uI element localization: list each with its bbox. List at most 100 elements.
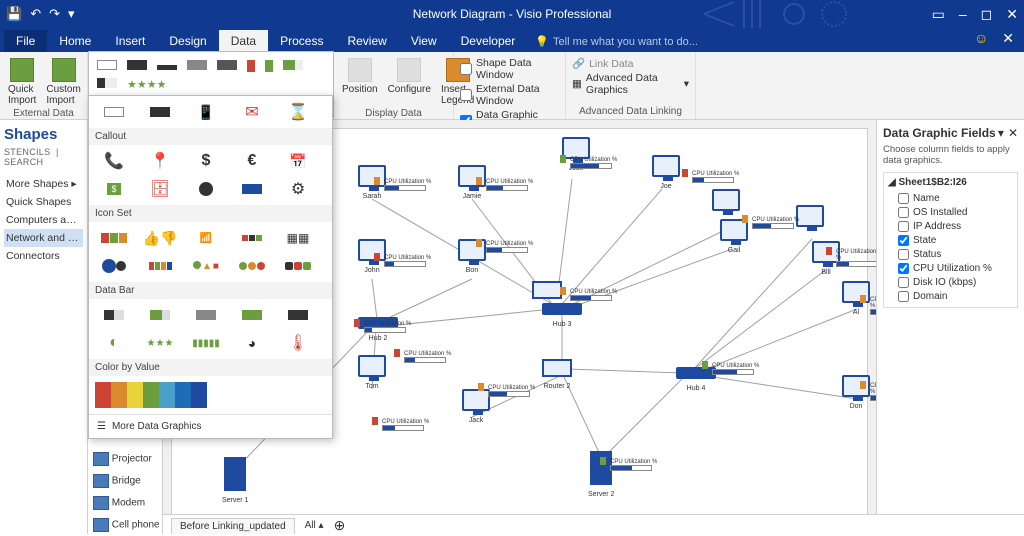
tab-view[interactable]: View [399, 30, 449, 52]
window-title: Network Diagram - Visio Professional [413, 7, 612, 21]
tab-file[interactable]: File [4, 30, 47, 52]
node-Gail[interactable]: Gail [720, 219, 748, 254]
tab-home[interactable]: Home [47, 30, 103, 52]
computers-monitors[interactable]: Computers and Monitors [4, 211, 83, 229]
tab-developer[interactable]: Developer [449, 30, 528, 52]
dgf-field-disk-io-kbps-[interactable]: Disk IO (kbps) [888, 275, 1013, 289]
custom-import-button[interactable]: Custom Import [44, 56, 82, 108]
node-Hub 3[interactable]: Hub 3 [542, 303, 582, 328]
link-data-button: 🔗Link Data [572, 56, 689, 71]
dg-bar-1[interactable] [283, 60, 303, 70]
group-label-external-data: External Data [6, 108, 81, 119]
sheet-tab[interactable]: Before Linking_updated [171, 518, 295, 534]
all-pages[interactable]: All ▴ [305, 520, 324, 531]
dgf-field-status[interactable]: Status [888, 247, 1013, 261]
external-data-window-check[interactable]: External Data Window [460, 82, 559, 108]
close-icon[interactable]: ✕ [1006, 6, 1018, 23]
add-sheet-icon[interactable]: ⊕ [334, 517, 346, 534]
cpu-databar: CPU Utilization % [384, 255, 431, 267]
qat-more-icon[interactable]: ▾ [68, 6, 75, 22]
node-Server 1[interactable]: Server 1 [222, 457, 248, 504]
dgf-desc: Choose column fields to apply data graph… [883, 144, 1018, 166]
dg-bar-2[interactable] [97, 78, 117, 88]
tab-data[interactable]: Data [219, 30, 268, 52]
section-databar: Data Bar [89, 282, 332, 299]
node-Jack[interactable]: Jack [462, 389, 490, 424]
stencil-modem[interactable]: Modem [90, 492, 163, 514]
node-Joe[interactable]: Joe [652, 155, 680, 190]
connectors[interactable]: Connectors [4, 247, 83, 265]
cpu-databar: CPU Utilization % [404, 351, 451, 363]
section-callout: Callout [89, 128, 332, 145]
node-Tom[interactable]: Tom [358, 355, 386, 390]
cpu-databar: CPU Utilization % [384, 179, 431, 191]
quick-shapes[interactable]: Quick Shapes [4, 193, 83, 211]
node-Sarah[interactable]: Sarah [358, 165, 386, 200]
dg-style-2[interactable] [127, 60, 147, 70]
more-data-graphics[interactable]: ☰More Data Graphics [89, 414, 332, 438]
tab-review[interactable]: Review [335, 30, 398, 52]
node-John[interactable]: John [358, 239, 386, 274]
menubar-close-icon[interactable]: ✕ [1002, 30, 1014, 47]
node-pc[interactable] [796, 205, 824, 233]
node-pc[interactable] [712, 189, 740, 217]
dgf-close-icon[interactable]: ✕ [1008, 126, 1018, 140]
save-icon[interactable]: 💾 [6, 6, 22, 22]
ribbon-options-icon[interactable]: ▭ [932, 6, 945, 23]
dgf-field-name[interactable]: Name [888, 191, 1013, 205]
dg-style-4[interactable] [187, 60, 207, 70]
node-Hub 4[interactable]: Hub 4 [676, 367, 716, 392]
dgf-field-os-installed[interactable]: OS Installed [888, 205, 1013, 219]
network-peripherals[interactable]: Network and Peripherals [4, 229, 83, 247]
dgf-root[interactable]: ◢ Sheet1$B2:I26 [888, 177, 1013, 188]
dg-style-3[interactable] [157, 60, 177, 70]
undo-icon[interactable]: ↶ [30, 6, 41, 22]
stencil-cell-phone[interactable]: Cell phone [90, 514, 163, 536]
section-color: Color by Value [89, 359, 332, 376]
dg-style-1[interactable] [97, 60, 117, 70]
shapes-title: Shapes [4, 126, 83, 143]
shapes-pane: Shapes STENCILS | SEARCH More Shapes ▸ Q… [0, 120, 88, 534]
maximize-icon[interactable]: ◻ [981, 6, 993, 23]
group-label-display-data: Display Data [340, 108, 447, 119]
redo-icon[interactable]: ↷ [49, 6, 60, 22]
flag-red-icon[interactable] [247, 60, 255, 72]
dgf-field-domain[interactable]: Domain [888, 289, 1013, 303]
quick-import-button[interactable]: Quick Import [6, 56, 38, 108]
adv-data-graphics-button[interactable]: ▦Advanced Data Graphics ▾ [572, 71, 689, 97]
stencil-bridge[interactable]: Bridge [90, 470, 163, 492]
titlebar: 💾 ↶ ↷ ▾ Network Diagram - Visio Professi… [0, 0, 1024, 28]
node-rtr[interactable] [532, 281, 562, 305]
statusbar: Before Linking_updated All ▴ ⊕ [163, 514, 1024, 536]
graphics-icon: ▦ [572, 78, 582, 90]
tell-me[interactable]: 💡Tell me what you want to do... [535, 35, 698, 52]
tab-design[interactable]: Design [157, 30, 218, 52]
tab-insert[interactable]: Insert [103, 30, 157, 52]
flag-green-icon[interactable] [265, 60, 273, 72]
list-icon: ☰ [97, 421, 106, 432]
stars-icon[interactable]: ★★★★ [127, 78, 166, 91]
dgf-field-state[interactable]: State [888, 233, 1013, 247]
cpu-databar: CPU Utilization % [752, 217, 799, 229]
node-Router 2[interactable]: Router 2 [542, 359, 572, 390]
minimize-icon[interactable]: – [959, 6, 967, 23]
dgf-field-ip-address[interactable]: IP Address [888, 219, 1013, 233]
cpu-databar: CPU Utilization % [712, 363, 759, 375]
cpu-databar: CPU Utilization % [486, 179, 533, 191]
dgf-field-cpu-utilization-[interactable]: CPU Utilization % [888, 261, 1013, 275]
more-shapes[interactable]: More Shapes ▸ [4, 175, 83, 193]
cpu-databar: CPU Utilization % [570, 289, 617, 301]
dgf-dropdown-icon[interactable]: ▾ [998, 126, 1004, 140]
cpu-databar: CPU Utilization % [610, 459, 657, 471]
cpu-databar: CPU Utilization % [836, 249, 876, 267]
bulb-icon: 💡 [535, 35, 549, 48]
data-graphics-dropdown: 📱 ✉ ⌛ Callout 📞 📍 $ € 📅 $ 🗄 ⚙ Icon Set 👍… [88, 95, 333, 439]
dg-style-5[interactable] [217, 60, 237, 70]
cpu-databar: CPU Utilization % [382, 419, 429, 431]
smiley-icon[interactable]: ☺ [974, 30, 988, 47]
tab-process[interactable]: Process [268, 30, 335, 52]
cpu-databar: CPU Utilization % [486, 241, 533, 253]
shape-data-window-check[interactable]: Shape Data Window [460, 56, 559, 82]
stencil-projector[interactable]: Projector [90, 448, 163, 470]
data-graphic-fields-pane: ▾✕ Data Graphic Fields Choose column fie… [876, 120, 1024, 534]
